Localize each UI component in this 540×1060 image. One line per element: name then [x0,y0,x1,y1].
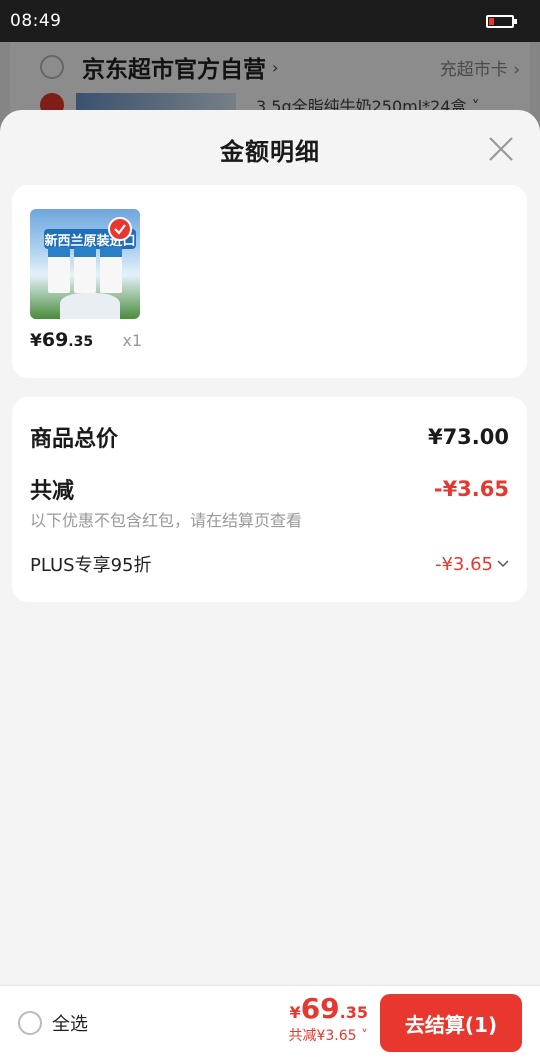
plus-discount-row[interactable]: PLUS专享95折 -¥3.65 [30,551,509,577]
select-all[interactable]: 全选 [18,1010,88,1036]
close-button[interactable] [486,134,516,164]
total-block: ¥69.35 共减¥3.65 ˅ [288,992,368,1045]
checkout-button[interactable]: 去结算(1) [380,994,522,1052]
checkout-bar: 全选 ¥69.35 共减¥3.65 ˅ 去结算(1) [0,985,540,1060]
battery-icon [486,14,517,28]
reduce-row: 共减 -¥3.65 [30,473,509,505]
reduce-value: -¥3.65 [433,477,509,501]
plus-discount-value[interactable]: -¥3.65 [435,554,509,575]
select-all-label: 全选 [52,1014,88,1035]
status-bar: 08:49 [0,0,540,42]
item-meta: ¥69.35 x1 [30,329,142,351]
total-value: ¥73.00 [427,425,509,449]
product-image[interactable]: 新西兰原装进口 [30,209,140,319]
sheet-header: 金额明细 [0,110,540,188]
chevron-down-icon [497,557,509,571]
item[interactable]: 新西兰原装进口 ¥69.35 x1 [30,209,142,351]
total-label: 商品总价 [30,427,119,452]
discount-note: 以下优惠不包含红包，请在结算页查看 [30,511,303,530]
items-card: 新西兰原装进口 ¥69.35 x1 [12,185,527,378]
total-row: 商品总价 ¥73.00 [30,421,509,453]
status-time: 08:49 [10,11,62,31]
amount-detail-sheet: 金额明细 新西兰原装进口 ¥69.35 x1 商品总价 ¥73.00 共减 -¥… [0,110,540,1060]
item-price: ¥69.35 [30,329,94,351]
sheet-title: 金额明细 [220,137,320,166]
close-icon [489,137,513,161]
plus-discount-label: PLUS专享95折 [30,555,152,576]
check-icon [108,217,132,241]
price-detail-card: 商品总价 ¥73.00 共减 -¥3.65 以下优惠不包含红包，请在结算页查看 … [12,397,527,602]
checkout-total-reduce[interactable]: 共减¥3.65 ˅ [288,1025,368,1045]
checkout-total-price: ¥69.35 [289,992,368,1025]
select-all-radio[interactable] [18,1011,42,1035]
reduce-label: 共减 [30,479,75,504]
item-quantity: x1 [122,331,142,350]
